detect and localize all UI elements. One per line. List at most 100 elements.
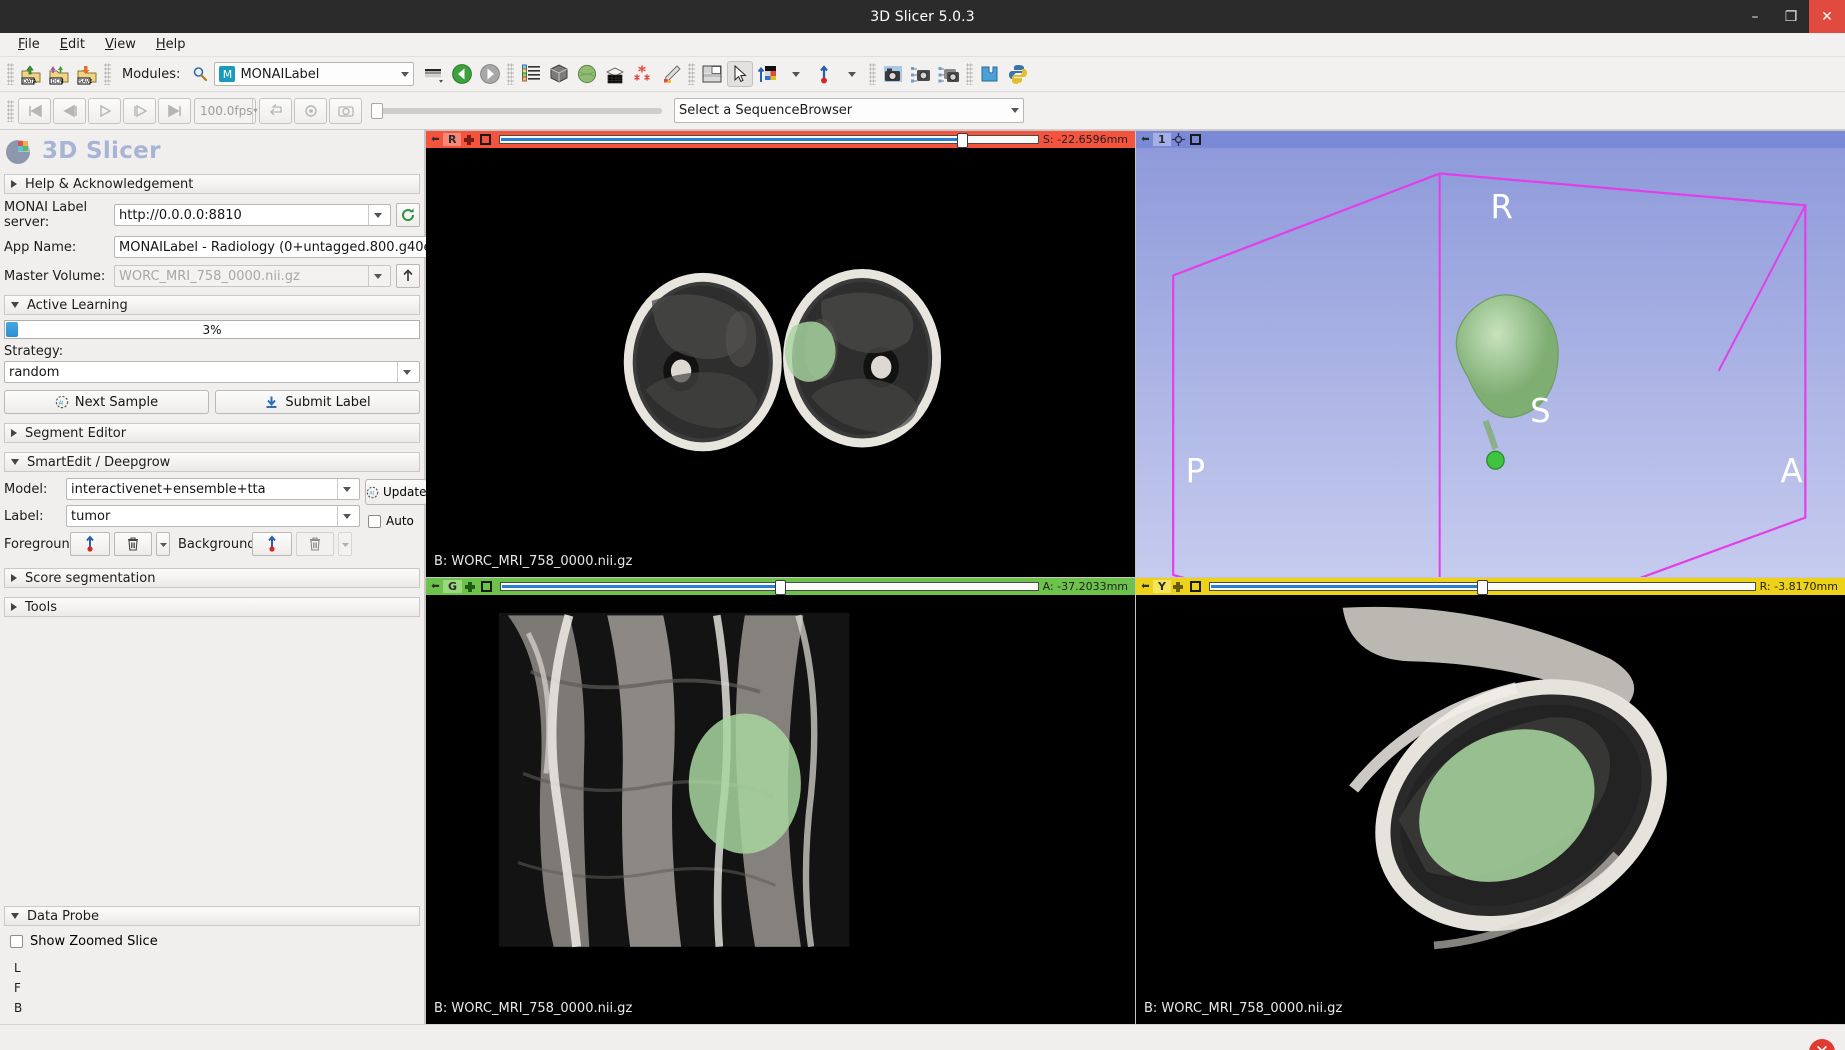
modules-toolbar-grip[interactable] — [104, 63, 111, 85]
toolbar-grip[interactable] — [7, 63, 14, 85]
master-volume-input[interactable]: WORC_MRI_758_0000.nii.gz — [114, 265, 391, 287]
fps-stepper[interactable]: 100.0fps ▾ — [194, 97, 257, 124]
slice-slider-handle[interactable] — [774, 580, 786, 595]
chevron-down-icon[interactable] — [337, 479, 355, 499]
pin-icon[interactable]: ⬅ — [1138, 134, 1153, 145]
menu-view[interactable]: View — [95, 35, 146, 54]
chevron-down-icon[interactable] — [337, 506, 355, 526]
view-center-icon[interactable] — [1171, 133, 1186, 146]
slice-visibility-icon[interactable] — [461, 134, 476, 146]
slice-view-green[interactable]: ⬅ G A: -37.2033mm B: WORC_MRI_758_0000.n… — [426, 578, 1135, 1024]
step-back-icon[interactable] — [53, 97, 86, 124]
slice-maximize-icon[interactable] — [1189, 581, 1201, 592]
annotations-icon[interactable] — [658, 61, 684, 87]
camera-icon[interactable] — [329, 97, 362, 124]
section-segment-editor[interactable]: Segment Editor — [4, 423, 420, 443]
slice-maximize-icon[interactable] — [480, 134, 492, 145]
strategy-selector[interactable]: random — [4, 361, 420, 383]
chevron-down-icon[interactable] — [397, 362, 415, 382]
section-tools[interactable]: Tools — [4, 597, 420, 617]
pin-icon[interactable]: ⬅ — [1138, 581, 1153, 592]
extensions-icon[interactable] — [977, 61, 1003, 87]
show-zoomed-slice-checkbox[interactable] — [10, 935, 23, 948]
menu-file[interactable]: File — [8, 35, 50, 54]
extensions-grip[interactable] — [966, 63, 974, 85]
slice-slider-yellow[interactable] — [1208, 580, 1756, 595]
slice-maximize-icon[interactable] — [481, 581, 493, 592]
module-tree-icon[interactable] — [518, 61, 544, 87]
chevron-down-icon[interactable] — [368, 205, 386, 225]
slice-slider-red[interactable] — [499, 133, 1039, 148]
error-badge-icon[interactable]: ✕ — [1809, 1039, 1835, 1050]
grid-transform-icon[interactable] — [602, 61, 628, 87]
next-sample-button[interactable]: AI Next Sample — [4, 390, 209, 414]
layout-grip[interactable] — [688, 63, 696, 85]
chevron-down-icon[interactable] — [368, 266, 386, 286]
screenshot-icon[interactable] — [880, 61, 906, 87]
module-selector[interactable]: M MONAILabel — [214, 62, 415, 86]
foreground-dropdown[interactable] — [156, 532, 170, 556]
auto-checkbox-row[interactable]: Auto — [365, 510, 427, 532]
show-zoomed-slice-row[interactable]: Show Zoomed Slice — [10, 934, 424, 949]
skip-to-end-icon[interactable] — [158, 97, 191, 124]
volume-rendering-icon[interactable] — [546, 61, 572, 87]
step-forward-icon[interactable] — [123, 97, 156, 124]
three-d-view[interactable]: ⬅ 1 R S P A — [1136, 131, 1845, 577]
sequence-slider[interactable] — [371, 102, 662, 119]
capture-grip[interactable] — [869, 63, 877, 85]
crosshair-icon[interactable] — [811, 61, 837, 87]
maximize-button[interactable]: ❐ — [1773, 0, 1809, 33]
mouse-pointer-icon[interactable] — [727, 61, 754, 87]
scene-views-capture-icon[interactable] — [936, 61, 962, 87]
fps-spin-arrows[interactable]: ▾ — [252, 98, 257, 123]
pin-icon[interactable]: ⬅ — [428, 134, 443, 145]
background-clear-button[interactable] — [296, 532, 334, 556]
play-icon[interactable] — [88, 97, 121, 124]
server-input[interactable]: http://0.0.0.0:8810 — [114, 204, 391, 226]
view-maximize-icon[interactable] — [1189, 134, 1201, 145]
section-help-acknowledgement[interactable]: Help & Acknowledgement — [4, 174, 420, 194]
slice-slider-green[interactable] — [500, 580, 1039, 595]
label-selector[interactable]: tumor — [66, 505, 360, 527]
section-data-probe[interactable]: Data Probe — [4, 906, 420, 926]
model-selector[interactable]: interactivenet+ensemble+tta — [66, 478, 360, 500]
upload-arrow-icon[interactable] — [396, 264, 420, 288]
slice-slider-handle[interactable] — [1476, 580, 1488, 595]
record-icon[interactable] — [294, 97, 327, 124]
background-dropdown[interactable] — [338, 532, 352, 556]
auto-checkbox[interactable] — [368, 514, 381, 528]
save-data-icon[interactable]: SAVE — [74, 61, 100, 87]
window-level-dropdown-icon[interactable] — [783, 61, 809, 87]
foreground-point-button[interactable] — [70, 532, 110, 556]
markups-icon[interactable] — [630, 61, 656, 87]
minimize-button[interactable]: – — [1737, 0, 1773, 33]
slice-visibility-icon[interactable] — [1171, 581, 1186, 593]
layout-icon[interactable] — [699, 61, 725, 87]
load-dicom-icon[interactable]: DCM — [46, 61, 72, 87]
forward-arrow-icon[interactable] — [477, 61, 503, 87]
sequence-grip[interactable] — [7, 99, 14, 122]
update-button[interactable]: AI Update — [365, 479, 428, 505]
search-icon[interactable] — [187, 61, 213, 87]
load-data-icon[interactable]: DATA — [18, 61, 44, 87]
sequence-slider-handle[interactable] — [371, 102, 383, 119]
scene-views-icon[interactable] — [908, 61, 934, 87]
section-smartedit[interactable]: SmartEdit / Deepgrow — [4, 452, 420, 472]
slice-visibility-icon[interactable] — [462, 581, 477, 593]
repeat-icon[interactable] — [259, 97, 292, 124]
crosshair-dropdown-icon[interactable] — [839, 61, 865, 87]
slice-view-red[interactable]: ⬅ R S: -22.6596mm B: WORC_MRI_758_0000.n… — [426, 131, 1135, 577]
sequence-browser-selector[interactable]: Select a SequenceBrowser — [674, 98, 1024, 123]
menu-edit[interactable]: Edit — [50, 35, 95, 54]
python-console-icon[interactable] — [1005, 61, 1031, 87]
pin-icon[interactable]: ⬅ — [428, 581, 443, 592]
foreground-clear-button[interactable] — [114, 532, 152, 556]
modules-icons-grip[interactable] — [507, 63, 515, 85]
slice-slider-handle[interactable] — [957, 133, 969, 148]
submit-label-button[interactable]: Submit Label — [215, 390, 420, 414]
refresh-icon[interactable] — [396, 203, 420, 227]
close-button[interactable]: ✕ — [1809, 0, 1845, 33]
background-point-button[interactable] — [252, 532, 292, 556]
slice-view-yellow[interactable]: ⬅ Y R: -3.8170mm B: WORC_MRI_758_0000.ni… — [1136, 578, 1845, 1024]
back-arrow-icon[interactable] — [449, 61, 475, 87]
